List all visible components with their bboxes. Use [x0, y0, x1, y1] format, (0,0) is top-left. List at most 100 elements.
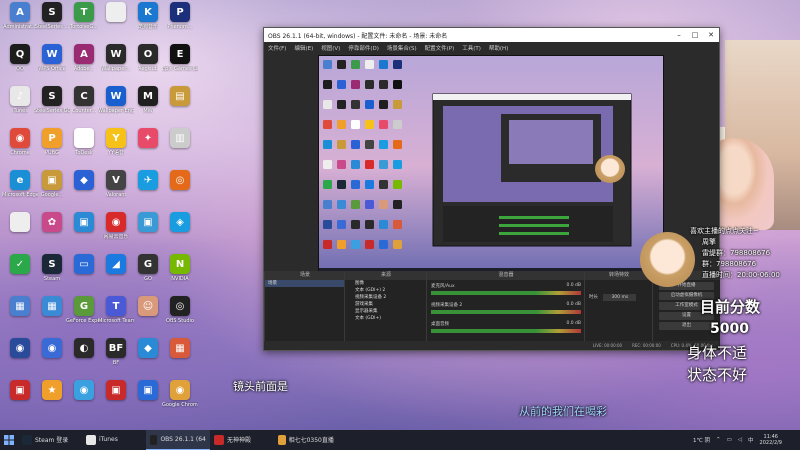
- weather-status[interactable]: 1℃ 阴: [693, 436, 710, 444]
- desktop-icon[interactable]: ✈: [131, 170, 165, 192]
- desktop-icon[interactable]: ▦: [35, 296, 69, 318]
- desktop-icon[interactable]: ▤: [163, 86, 197, 108]
- desktop-icon[interactable]: W Wallpaper...: [99, 44, 133, 72]
- desktop-icon[interactable]: ▭: [67, 254, 101, 276]
- source-item[interactable]: 游戏采集: [345, 301, 427, 308]
- desktop-icon[interactable]: ◉ Chrome: [3, 128, 37, 156]
- clock[interactable]: 11:46 2022/2/9: [760, 434, 782, 446]
- taskbar-app-button[interactable]: 相七七0350直播_点...: [274, 430, 338, 450]
- exit-button[interactable]: 退出: [659, 322, 714, 330]
- desktop-icon[interactable]: S Steam: [35, 254, 69, 282]
- volume-icon[interactable]: ◁: [738, 437, 742, 443]
- desktop-icon[interactable]: O Aegisub: [131, 44, 165, 72]
- desktop-icon[interactable]: ✿: [35, 212, 69, 234]
- source-item[interactable]: 图像: [345, 280, 427, 287]
- desktop-icon[interactable]: ✓: [3, 254, 37, 276]
- volume-meter[interactable]: [431, 310, 581, 314]
- menu-file[interactable]: 文件(F): [268, 44, 286, 52]
- desktop-icon[interactable]: ✦: [131, 128, 165, 150]
- desktop-icon[interactable]: W WPS Office: [35, 44, 69, 72]
- volume-meter[interactable]: [431, 329, 581, 333]
- taskbar-app-button[interactable]: OBS 26.1.1 (64-bit...: [146, 430, 210, 450]
- desktop-icon[interactable]: ◉ Google Chrome: [162, 380, 198, 408]
- desktop-icon[interactable]: ▣: [99, 380, 133, 402]
- desktop-icon[interactable]: K 酷狗音乐: [131, 2, 165, 30]
- source-item[interactable]: 显示器采集: [345, 308, 427, 315]
- menu-edit[interactable]: 编辑(E): [294, 44, 313, 52]
- desktop-icon[interactable]: ◎: [163, 170, 197, 192]
- desktop-icon[interactable]: ◉: [3, 338, 37, 360]
- source-item[interactable]: 视频采集设备 2: [345, 294, 427, 301]
- desktop-icon[interactable]: ◆: [67, 170, 101, 192]
- desktop-icon[interactable]: ▣: [67, 212, 101, 234]
- desktop-icon[interactable]: A Administrat...: [3, 2, 37, 30]
- desktop-icon[interactable]: T Microsoft Teams: [98, 296, 134, 324]
- desktop-icon[interactable]: ◉ 网易云音乐: [99, 212, 133, 240]
- desktop-icon[interactable]: ★: [35, 380, 69, 402]
- desktop-icon[interactable]: A Adobe...: [67, 44, 101, 72]
- desktop-icon[interactable]: ▣: [131, 380, 165, 402]
- desktop-icon[interactable]: ◐: [67, 338, 101, 360]
- desktop-icon[interactable]: W Wallpaper Engine: [98, 86, 134, 114]
- taskbar-app-button[interactable]: iTunes: [82, 430, 146, 450]
- desktop-icon[interactable]: T TortoiseG...: [67, 2, 101, 30]
- mixer-channel[interactable]: 麦克风/Aux 0.0 dB: [431, 283, 581, 299]
- desktop-icon[interactable]: N NVIDIA: [163, 254, 197, 282]
- desktop-icon[interactable]: Y YY语音: [99, 128, 133, 156]
- transition-duration-input[interactable]: 300 ms: [603, 294, 637, 301]
- chevron-up-icon[interactable]: ⌃: [716, 437, 721, 443]
- desktop-icon[interactable]: V Valorant: [99, 170, 133, 198]
- desktop-icon[interactable]: E Epic Games Launcher: [162, 44, 198, 72]
- mixer-channel[interactable]: 视频采集设备 2 0.0 dB: [431, 302, 581, 318]
- network-icon[interactable]: ▭: [727, 437, 732, 443]
- desktop-icon[interactable]: ▣ Google...: [35, 170, 69, 198]
- menu-tools[interactable]: 工具(T): [462, 44, 481, 52]
- desktop-icon[interactable]: G GeForce Experience: [66, 296, 102, 324]
- maximize-icon[interactable]: □: [687, 31, 703, 39]
- obs-title-bar[interactable]: OBS 26.1.1 (64-bit, windows) - 配置文件: 未命名…: [264, 28, 719, 42]
- desktop-icon[interactable]: M MW: [131, 86, 165, 114]
- desktop-icon[interactable]: ♪ iTunes: [3, 86, 37, 114]
- desktop-icon[interactable]: P PUBG: [35, 128, 69, 156]
- desktop-icon[interactable]: P Phenom...: [163, 2, 197, 30]
- desktop-icon[interactable]: C Counter...: [67, 86, 101, 114]
- desktop-icon[interactable]: ◢: [99, 254, 133, 276]
- minimize-icon[interactable]: –: [671, 31, 687, 39]
- taskbar-app-button[interactable]: 无神神殿: [210, 430, 274, 450]
- ime-icon[interactable]: 中: [748, 436, 754, 444]
- desktop-icon[interactable]: ▣: [3, 380, 37, 402]
- desktop-icon[interactable]: ◉: [67, 380, 101, 402]
- source-item[interactable]: 文本 (GDI+) 2: [345, 287, 427, 294]
- start-button[interactable]: [0, 430, 18, 450]
- desktop-icon[interactable]: S SteelSeries ...: [35, 2, 69, 30]
- taskbar-app-button[interactable]: Steam 登录: [18, 430, 82, 450]
- desktop-icon[interactable]: ▣ ToDesk: [67, 128, 101, 156]
- desktop-icon[interactable]: ▦: [3, 296, 37, 318]
- desktop-icon[interactable]: ☺: [131, 296, 165, 318]
- menu-profile[interactable]: 配置文件(P): [425, 44, 455, 52]
- desktop-icon[interactable]: ◈: [163, 212, 197, 234]
- desktop-icon[interactable]: ▣: [131, 212, 165, 234]
- volume-meter[interactable]: [431, 291, 581, 295]
- close-icon[interactable]: ✕: [703, 31, 719, 39]
- desktop-icon[interactable]: ▥: [163, 128, 197, 150]
- desktop-icon[interactable]: e Microsoft Edge: [2, 170, 38, 198]
- menu-help[interactable]: 帮助(H): [489, 44, 508, 52]
- desktop-icon[interactable]: [3, 212, 37, 234]
- desktop-icon[interactable]: [99, 2, 133, 24]
- desktop-icon[interactable]: BF BF: [99, 338, 133, 366]
- source-item[interactable]: 文本 (GDI+): [345, 315, 427, 322]
- desktop-icon[interactable]: ◉: [35, 338, 69, 360]
- desktop-icon[interactable]: ▦: [163, 338, 197, 360]
- obs-window[interactable]: OBS 26.1.1 (64-bit, windows) - 配置文件: 未命名…: [263, 27, 720, 351]
- scene-item[interactable]: 场景: [265, 280, 345, 287]
- menu-scene-collection[interactable]: 场景集合(S): [387, 44, 417, 52]
- desktop-icon[interactable]: G GO: [131, 254, 165, 282]
- menu-docks[interactable]: 停靠部件(D): [348, 44, 379, 52]
- desktop-icon[interactable]: S SteelSeries GG: [34, 86, 70, 114]
- desktop-icon[interactable]: ◎ OBS Studio: [163, 296, 197, 324]
- desktop-icon[interactable]: ◆: [131, 338, 165, 360]
- desktop-icon[interactable]: Q QQ: [3, 44, 37, 72]
- mixer-channel[interactable]: 桌面音频 0.0 dB: [431, 321, 581, 337]
- menu-view[interactable]: 视图(V): [321, 44, 340, 52]
